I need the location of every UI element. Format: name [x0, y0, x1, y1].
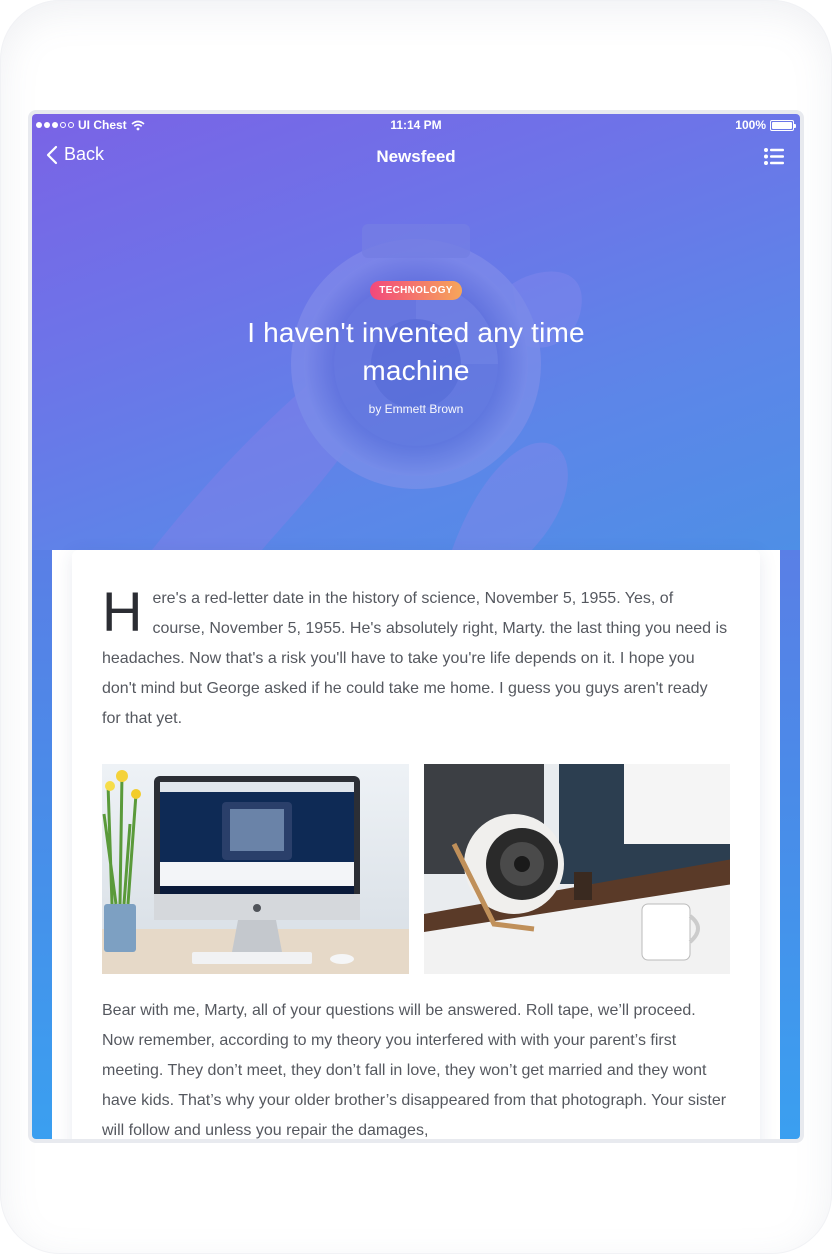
right-background-strip: [780, 550, 800, 1139]
paragraph-1-text: ere's a red-letter date in the history o…: [102, 590, 728, 727]
status-time: 11:14 PM: [390, 118, 442, 132]
battery-percent: 100%: [735, 118, 766, 132]
category-tag[interactable]: TECHNOLOGY: [370, 281, 462, 300]
left-background-strip: [32, 550, 52, 1139]
article-byline: by Emmett Brown: [368, 402, 464, 416]
drop-cap: H: [102, 580, 143, 643]
hero-content: TECHNOLOGY I haven't invented any time m…: [32, 280, 800, 416]
tablet-device-frame: UI Chest 11:14 PM 100% Back Newsfeed TEC…: [0, 0, 832, 1254]
article-hero: UI Chest 11:14 PM 100% Back Newsfeed TEC…: [32, 114, 800, 550]
nav-title: Newsfeed: [376, 147, 456, 166]
speaker-on-desk-photo[interactable]: [423, 764, 730, 974]
screen-bezel: UI Chest 11:14 PM 100% Back Newsfeed TEC…: [28, 110, 804, 1143]
navigation-bar: Back Newsfeed: [32, 140, 800, 176]
app-screen: UI Chest 11:14 PM 100% Back Newsfeed TEC…: [32, 114, 800, 1139]
status-right: 100%: [735, 118, 796, 132]
article-paragraph-2: Bear with me, Marty, all of your questio…: [102, 1002, 727, 1139]
imac-on-desk-photo[interactable]: [102, 764, 409, 974]
article-images: [102, 764, 730, 974]
list-icon: [764, 148, 784, 165]
article-title: I haven't invented any time machine: [247, 317, 585, 386]
menu-button[interactable]: [764, 148, 784, 170]
article-card: Here's a red-letter date in the history …: [72, 550, 760, 1139]
article-paragraph-1: Here's a red-letter date in the history …: [102, 584, 730, 734]
status-bar: UI Chest 11:14 PM 100%: [32, 114, 800, 136]
battery-icon: [770, 119, 796, 131]
